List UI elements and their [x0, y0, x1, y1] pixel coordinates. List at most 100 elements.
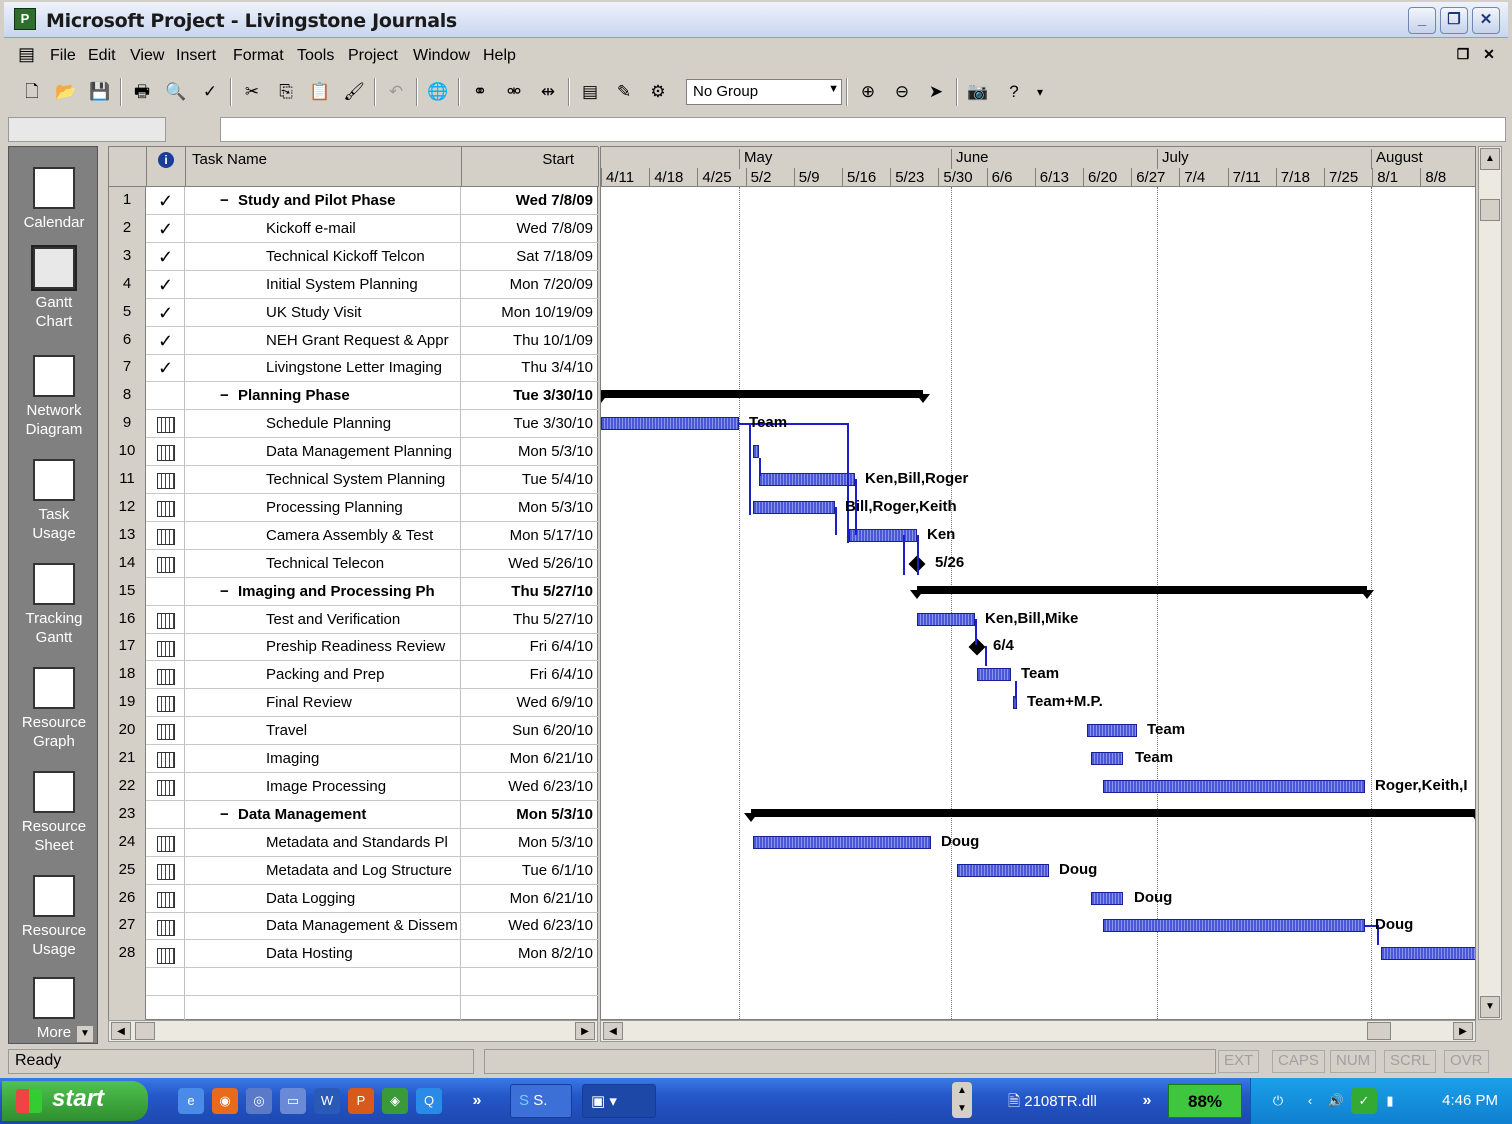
quicklaunch-project-icon[interactable]: ◈	[382, 1088, 408, 1114]
task-notes-icon[interactable]: ✎	[610, 78, 638, 106]
table-row[interactable]: 27 Data Management & Dissem Wed 6/23/10	[109, 912, 599, 941]
row-id[interactable]: 11	[109, 466, 146, 494]
scroll-thumb[interactable]	[1367, 1022, 1391, 1040]
menu-tools[interactable]: Tools	[297, 47, 334, 65]
gantt-task-bar[interactable]	[1103, 779, 1365, 793]
menu-help[interactable]: Help	[483, 47, 516, 65]
table-row[interactable]: 11 Technical System Planning Tue 5/4/10	[109, 466, 599, 494]
table-row[interactable]: 16 Test and Verification Thu 5/27/10	[109, 605, 599, 634]
row-id[interactable]: 8	[109, 382, 146, 411]
start-date-cell[interactable]: Mon 5/3/10	[462, 438, 599, 466]
view-resource-graph[interactable]: Resource Graph	[9, 667, 99, 751]
zoom-out-icon[interactable]: ⊖	[888, 78, 916, 106]
gantt-summary-end-icon[interactable]	[916, 394, 930, 404]
table-row[interactable]: 6 ✓ NEH Grant Request & Appr Thu 10/1/09	[109, 326, 599, 355]
start-date-cell[interactable]: Fri 6/4/10	[462, 633, 599, 661]
table-row[interactable]: 3 ✓ Technical Kickoff Telcon Sat 7/18/09	[109, 242, 599, 271]
table-row[interactable]: 14 Technical Telecon Wed 5/26/10	[109, 549, 599, 578]
collapse-toggle-icon[interactable]: −	[220, 801, 229, 828]
task-name-cell[interactable]: − Planning Phase	[186, 382, 461, 411]
volume-icon[interactable]: 🔊	[1323, 1088, 1349, 1114]
row-id[interactable]: 1	[109, 187, 146, 215]
help-icon[interactable]: ?	[1000, 78, 1028, 106]
quicklaunch-firefox-icon[interactable]: ◉	[212, 1088, 238, 1114]
start-date-cell[interactable]: Wed 7/8/09	[462, 187, 599, 215]
start-date-cell[interactable]: Tue 6/1/10	[462, 857, 599, 885]
start-date-cell[interactable]: Mon 5/3/10	[462, 494, 599, 522]
view-network-diagram[interactable]: Network Diagram	[9, 355, 99, 439]
gantt-task-bar[interactable]	[1087, 724, 1137, 738]
row-id[interactable]: 18	[109, 661, 146, 690]
close-button[interactable]: ✕	[1472, 7, 1500, 34]
quicklaunch-search-icon[interactable]: Q	[416, 1088, 442, 1114]
chevron-down-icon[interactable]: ▼	[828, 83, 839, 95]
scroll-right-icon[interactable]: ▶	[575, 1022, 595, 1040]
open-icon[interactable]: 📂	[52, 78, 80, 106]
taskbar-scroll-icon[interactable]: ▲ ▼	[952, 1082, 972, 1118]
task-name-cell[interactable]: Livingstone Letter Imaging	[186, 354, 461, 383]
menu-window[interactable]: Window	[413, 47, 470, 65]
table-row[interactable]: 20 Travel Sun 6/20/10	[109, 717, 599, 746]
taskbar-chevron-icon[interactable]: »	[1134, 1088, 1160, 1114]
undo-icon[interactable]: ↶	[382, 78, 410, 106]
scroll-right-icon[interactable]: ▶	[1453, 1022, 1473, 1040]
menu-edit[interactable]: Edit	[88, 47, 116, 65]
gantt-task-bar[interactable]	[601, 417, 739, 431]
scroll-down-icon[interactable]: ▼	[1480, 996, 1500, 1018]
task-name-cell[interactable]: Camera Assembly & Test	[186, 521, 461, 550]
table-row[interactable]: 1 ✓ − Study and Pilot Phase Wed 7/8/09	[109, 187, 599, 215]
row-id[interactable]: 16	[109, 605, 146, 634]
unlink-tasks-icon[interactable]: ⚮	[500, 78, 528, 106]
save-icon[interactable]: 💾	[86, 78, 114, 106]
table-row[interactable]: 9 Schedule Planning Tue 3/30/10	[109, 410, 599, 439]
gantt-dependency-link[interactable]	[917, 534, 919, 575]
document-restore-icon[interactable]: ❐	[1452, 43, 1474, 65]
task-name-cell[interactable]: Technical System Planning	[186, 466, 461, 494]
row-id[interactable]: 4	[109, 270, 146, 299]
gantt-summary-bar[interactable]	[751, 808, 1475, 817]
gantt-task-bar[interactable]	[759, 473, 855, 486]
entry-bar-input[interactable]	[220, 117, 1506, 142]
taskbar-button-dll[interactable]: 🗎 2108TR.dll	[1000, 1084, 1124, 1118]
task-name-cell[interactable]: Kickoff e-mail	[186, 214, 461, 243]
task-name-cell[interactable]: Technical Telecon	[186, 549, 461, 578]
start-date-cell[interactable]: Wed 6/23/10	[462, 773, 599, 801]
gantt-summary-end-icon[interactable]	[601, 394, 608, 404]
table-row[interactable]: 18 Packing and Prep Fri 6/4/10	[109, 661, 599, 690]
row-id[interactable]: 7	[109, 354, 146, 383]
gantt-dependency-link[interactable]	[903, 534, 905, 575]
minimize-button[interactable]: _	[1408, 7, 1436, 34]
table-row[interactable]: 8− Planning Phase Tue 3/30/10	[109, 382, 599, 411]
task-name-cell[interactable]: Final Review	[186, 689, 461, 718]
gantt-task-bar[interactable]	[1103, 919, 1365, 933]
row-id[interactable]: 20	[109, 717, 146, 746]
task-name-cell[interactable]: Processing Planning	[186, 493, 461, 522]
task-name-cell[interactable]: Data Management & Dissem	[186, 912, 461, 941]
menu-file[interactable]: File	[50, 47, 76, 65]
task-name-cell[interactable]: Metadata and Log Structure	[186, 856, 461, 885]
start-date-cell[interactable]: Mon 5/17/10	[462, 522, 599, 550]
table-row[interactable]: 2 ✓ Kickoff e-mail Wed 7/8/09	[109, 214, 599, 243]
split-task-icon[interactable]: ⇹	[534, 78, 562, 106]
task-name-cell[interactable]: Travel	[186, 717, 461, 746]
view-gantt-chart[interactable]: Gantt Chart	[9, 245, 99, 331]
gantt-dependency-link[interactable]	[835, 506, 837, 535]
taskbar-button-skype[interactable]: S S.	[510, 1084, 572, 1118]
gantt-gridline[interactable]	[951, 187, 952, 1019]
row-id[interactable]: 26	[109, 884, 146, 913]
table-row[interactable]: 21 Imaging Mon 6/21/10	[109, 745, 599, 773]
format-painter-icon[interactable]: 🖌	[340, 78, 368, 106]
menu-format[interactable]: Format	[233, 47, 284, 65]
quicklaunch-word-icon[interactable]: W	[314, 1088, 340, 1114]
menu-project[interactable]: Project	[348, 47, 398, 65]
start-date-cell[interactable]: Thu 3/4/10	[462, 354, 599, 382]
gantt-task-bar[interactable]	[977, 668, 1011, 682]
quicklaunch-ie-icon[interactable]: e	[178, 1088, 204, 1114]
tray-chevron-icon[interactable]: ‹	[1297, 1088, 1323, 1114]
gantt-milestone-icon[interactable]	[968, 638, 986, 656]
chevron-down-icon[interactable]: ▼	[77, 1026, 93, 1042]
gantt-summary-end-icon[interactable]	[1360, 589, 1374, 599]
gantt-task-bar[interactable]	[849, 528, 917, 542]
table-row[interactable]: 10 Data Management Planning Mon 5/3/10	[109, 438, 599, 467]
task-name-cell[interactable]: Imaging	[186, 745, 461, 773]
